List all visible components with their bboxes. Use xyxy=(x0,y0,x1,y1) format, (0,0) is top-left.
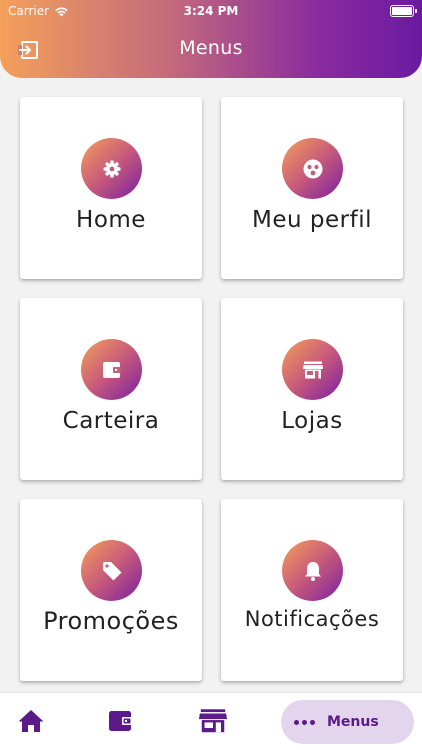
menu-card-home[interactable]: Home xyxy=(20,97,202,279)
store-icon xyxy=(198,709,228,733)
menu-card-wallet[interactable]: Carteira xyxy=(20,298,202,480)
bell-icon xyxy=(304,561,321,581)
icon-circle xyxy=(282,138,343,199)
menu-card-label: Promoções xyxy=(43,607,179,635)
store-icon xyxy=(302,361,323,378)
icon-circle xyxy=(81,138,142,199)
nav-menus-button[interactable]: Menus xyxy=(281,700,414,744)
page-title: Menus xyxy=(179,37,243,59)
menu-card-promotions[interactable]: Promoções xyxy=(20,499,202,681)
gear-icon xyxy=(103,160,120,177)
nav-stores-button[interactable] xyxy=(198,707,228,735)
menu-card-label: Meu perfil xyxy=(252,207,372,233)
menu-card-profile[interactable]: Meu perfil xyxy=(221,97,403,279)
app-header: Carrier 3:24 PM Menus xyxy=(0,0,422,78)
menu-card-label: Notificações xyxy=(244,607,380,631)
home-icon xyxy=(18,710,44,732)
status-bar: Carrier 3:24 PM xyxy=(0,0,422,22)
nav-menus-label: Menus xyxy=(327,714,379,730)
dots-icon xyxy=(294,719,315,725)
menu-card-notifications[interactable]: Notificações xyxy=(221,499,403,681)
tag-icon xyxy=(102,561,121,580)
nav-home-button[interactable] xyxy=(16,707,46,735)
icon-circle xyxy=(81,540,142,601)
menu-card-label: Carteira xyxy=(62,408,160,434)
menu-card-stores[interactable]: Lojas xyxy=(221,298,403,480)
icon-circle xyxy=(81,339,142,400)
battery-icon xyxy=(390,5,417,17)
menu-card-label: Home xyxy=(76,207,146,233)
menu-card-label: Lojas xyxy=(281,408,343,434)
nav-wallet-button[interactable] xyxy=(105,707,135,735)
icon-circle xyxy=(282,540,343,601)
icon-circle xyxy=(282,339,343,400)
wallet-icon xyxy=(102,361,121,378)
bottom-navigation: Menus xyxy=(0,692,422,750)
profile-icon xyxy=(303,159,322,178)
status-time: 3:24 PM xyxy=(183,4,239,18)
wallet-icon xyxy=(109,711,132,731)
